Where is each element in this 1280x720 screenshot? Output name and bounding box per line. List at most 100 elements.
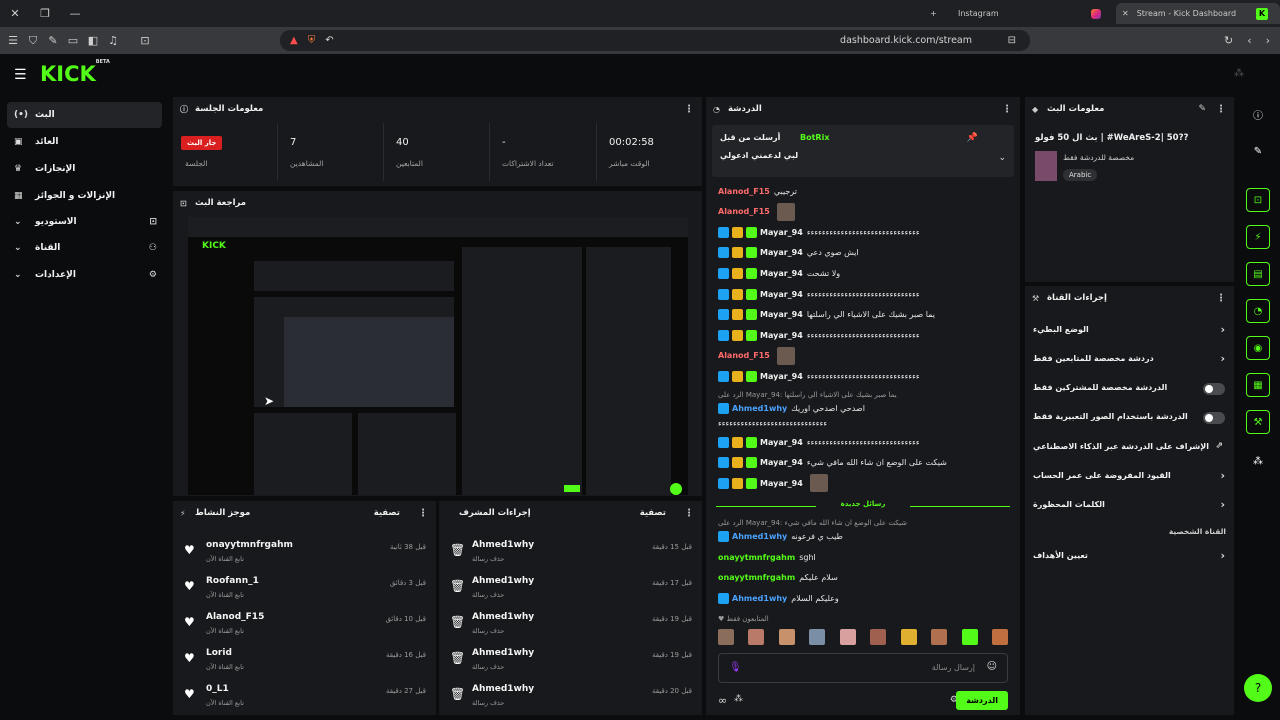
action-followers-only[interactable]: دردشة مخصصة للمتابعين فقط › [1033, 349, 1225, 371]
pin-icon[interactable]: 📌 [967, 133, 978, 143]
menu-icon[interactable]: ☰ [6, 34, 20, 48]
microphone-icon[interactable]: 🎙 [729, 662, 742, 673]
forward-icon[interactable]: › [1266, 34, 1270, 47]
action-ai-moderation[interactable]: الإشراف على الدردشة عبر الذكاء الاصطناعي… [1033, 437, 1225, 459]
edit-icon[interactable]: ✎ [1198, 104, 1206, 114]
info-icon[interactable]: ⓘ [1246, 102, 1270, 126]
chat-username[interactable]: onayytmnfrgahm [718, 553, 795, 562]
url-field[interactable]: ▲ ⛨ ↶ dashboard.kick.com/stream ⊟ [280, 30, 1030, 51]
activity-username[interactable]: 0_L1 [206, 684, 229, 694]
new-messages-divider[interactable]: رسائل جديدة [716, 500, 1010, 512]
emote-icon[interactable] [961, 629, 978, 645]
filter-button[interactable]: تصفية [640, 508, 666, 518]
back-icon[interactable]: ‹ [1247, 34, 1251, 47]
chat-username[interactable]: Mayar_94 [760, 228, 803, 237]
new-tab-button[interactable]: + [930, 3, 940, 24]
more-options-icon[interactable]: ⋮ [1216, 293, 1226, 304]
more-options-icon[interactable]: ⋮ [418, 508, 428, 519]
emoji-icon[interactable]: ☺ [987, 661, 997, 672]
help-chat-icon[interactable]: ? [1244, 674, 1272, 702]
broadcast-icon[interactable]: ◉ [1246, 336, 1270, 360]
action-set-goals[interactable]: تعيين الأهداف › [1033, 546, 1225, 568]
tab-instagram[interactable]: Instagram [958, 3, 1115, 24]
bolt-icon[interactable]: ⚡ [1246, 225, 1270, 249]
emote-icon[interactable] [870, 629, 887, 645]
pinned-message[interactable]: أرسلت من قبل BotRix لبي لدعمني ادعولي 📌 … [712, 125, 1014, 177]
mod-username[interactable]: Ahmed1why [472, 540, 534, 550]
stream-tag[interactable]: Arabic [1063, 169, 1098, 181]
pinned-user[interactable]: BotRix [800, 133, 829, 142]
chat-username[interactable]: Mayar_94 [760, 331, 803, 340]
sidebar-item-studio[interactable]: ⌄ الاستوديو ⊡ [7, 209, 162, 235]
bookmark-icon[interactable]: ⊟ [1008, 35, 1016, 46]
brave-rewards-icon[interactable]: ▲ [290, 35, 298, 46]
chat-username[interactable]: onayytmnfrgahm [718, 573, 795, 582]
shield-icon[interactable]: ⛉ [26, 34, 40, 48]
subscribers-only-toggle[interactable] [1203, 383, 1225, 395]
send-chat-button[interactable]: الدردشة [956, 691, 1008, 710]
wrench-icon[interactable]: ⚒ [1246, 410, 1270, 434]
chat-username[interactable]: Alanod_F15 [718, 187, 770, 196]
chat-input[interactable]: 🎙 إرسال رسالة ☺ [718, 653, 1008, 683]
emote-icon[interactable] [839, 629, 856, 645]
activity-username[interactable]: onayytmnfrgahm [206, 540, 293, 550]
infinity-icon[interactable]: ∞ [718, 694, 727, 707]
sidebar-item-drops[interactable]: ▦ الإنزالات و الجوائز [7, 183, 162, 209]
emote-icon[interactable] [778, 629, 795, 645]
chat-icon[interactable]: ◔ [1246, 299, 1270, 323]
kick-logo[interactable]: KICKBETA [40, 59, 110, 86]
restore-window-icon[interactable]: ❐ [30, 7, 60, 20]
more-options-icon[interactable]: ⋮ [684, 104, 694, 115]
chat-username[interactable]: Mayar_94 [760, 248, 803, 257]
chat-username[interactable]: Mayar_94 [760, 372, 803, 381]
chat-username[interactable]: Mayar_94 [760, 269, 803, 278]
chat-username[interactable]: Mayar_94 [760, 310, 803, 319]
extension-icon[interactable]: ✎ [46, 34, 60, 48]
sidebar-item-channel[interactable]: ⌄ القناة ⚇ [7, 235, 162, 261]
brave-shield-icon[interactable]: ⛨ [308, 35, 316, 46]
chat-username[interactable]: Mayar_94 [760, 438, 803, 447]
emotes-only-toggle[interactable] [1203, 412, 1225, 424]
emote-icon[interactable] [718, 629, 734, 645]
tabs-icon[interactable]: ▭ [66, 34, 80, 48]
more-options-icon[interactable]: ⋮ [684, 508, 694, 519]
hamburger-icon[interactable]: ☰ [14, 67, 27, 83]
sidebar-item-revenue[interactable]: ▣ العائد [7, 129, 162, 155]
chevron-down-icon[interactable]: ⌄ [998, 153, 1006, 163]
reload-icon[interactable]: ↻ [1224, 34, 1233, 47]
action-banned-words[interactable]: الكلمات المحظورة › [1033, 495, 1225, 517]
close-tab-icon[interactable]: ✕ [1122, 9, 1129, 18]
tab-kick-dashboard[interactable]: ✕ Stream - Kick Dashboard K [1116, 3, 1280, 24]
filter-button[interactable]: تصفية [374, 508, 400, 518]
more-options-icon[interactable]: ⋮ [1002, 104, 1012, 115]
sidebar-item-stream[interactable]: (•) البث [7, 102, 162, 128]
translate-icon[interactable]: ⁂ [1234, 68, 1244, 79]
sidebar-item-settings[interactable]: ⌄ الإعدادات ⚙ [7, 262, 162, 288]
chat-username[interactable]: Mayar_94 [760, 458, 803, 467]
pencil-icon[interactable]: ✎ [1246, 139, 1270, 163]
apps-icon[interactable]: ⁂ [1246, 449, 1270, 473]
stream-preview-video[interactable]: KICK ➤ [188, 217, 688, 495]
activity-username[interactable]: Lorid [206, 648, 232, 658]
action-account-age[interactable]: القيود المفروضة على عمر الحساب › [1033, 466, 1225, 488]
chat-username[interactable]: Ahmed1why [732, 532, 787, 541]
mod-username[interactable]: Ahmed1why [472, 684, 534, 694]
minimize-window-icon[interactable]: — [60, 7, 90, 20]
chat-username[interactable]: Ahmed1why [732, 594, 787, 603]
emote-icon[interactable] [748, 629, 765, 645]
mod-username[interactable]: Ahmed1why [472, 576, 534, 586]
chat-username[interactable]: Mayar_94 [760, 290, 803, 299]
mod-username[interactable]: Ahmed1why [472, 612, 534, 622]
emote-icon[interactable] [900, 629, 917, 645]
chat-username[interactable]: Alanod_F15 [718, 351, 770, 360]
activity-username[interactable]: Roofann_1 [206, 576, 259, 586]
mod-username[interactable]: Ahmed1why [472, 648, 534, 658]
chat-username[interactable]: Alanod_F15 [718, 207, 770, 216]
layout-icon[interactable]: ▦ [1246, 373, 1270, 397]
stream-category[interactable]: مخصصة للدردشة فقط [1063, 153, 1134, 162]
sidebar-item-achievements[interactable]: ♛ الإنجازات [7, 156, 162, 182]
more-options-icon[interactable]: ⋮ [1216, 104, 1226, 115]
group-icon[interactable]: ⁂ [734, 694, 743, 704]
chat-username[interactable]: Ahmed1why [732, 404, 787, 413]
preview-icon[interactable]: ⊡ [1246, 188, 1270, 212]
